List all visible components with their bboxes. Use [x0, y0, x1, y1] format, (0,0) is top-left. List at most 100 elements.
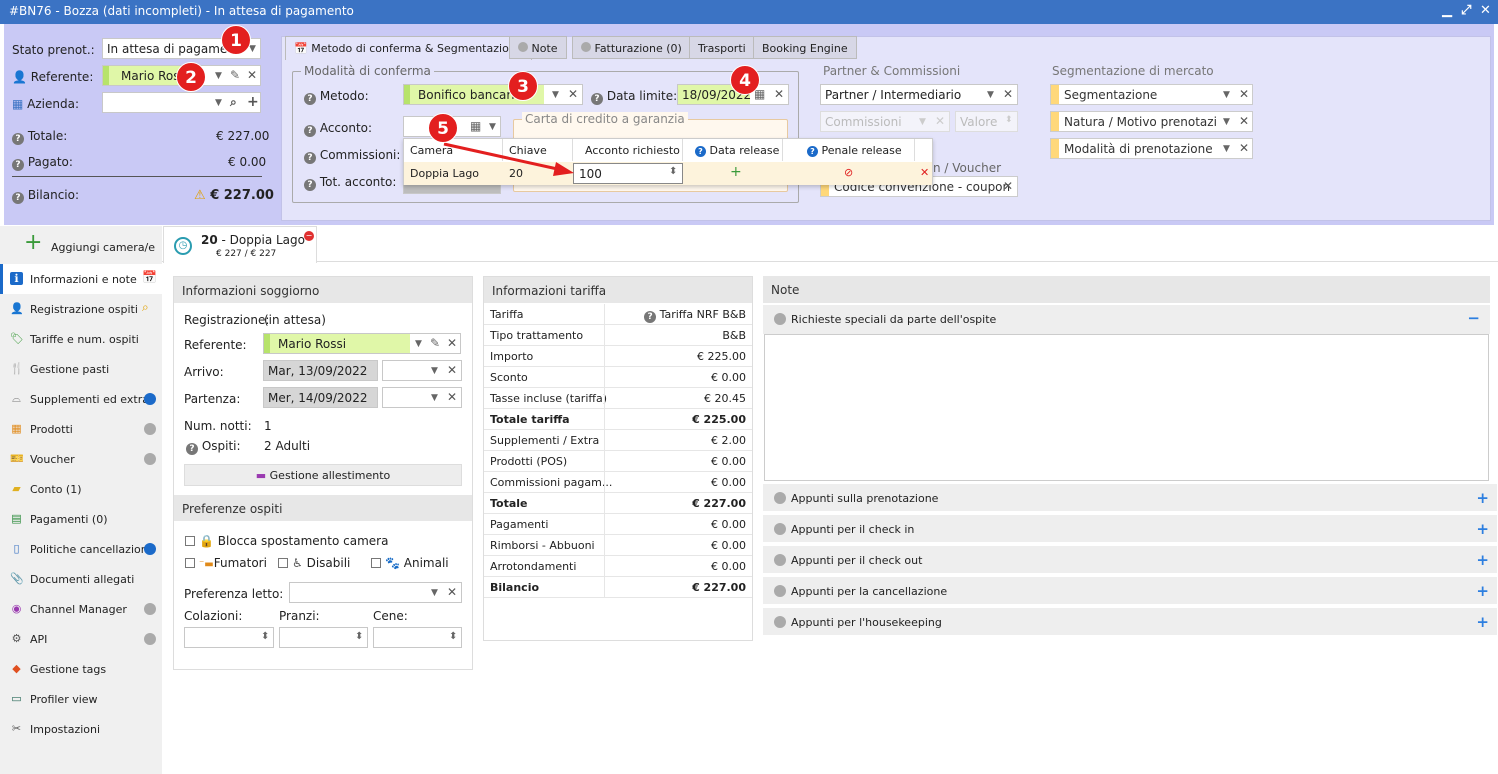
tab-trasporti[interactable]: Trasporti [689, 36, 755, 59]
chevron-down-icon[interactable]: ▼ [987, 90, 994, 100]
remove-row-icon[interactable]: ✕ [920, 166, 929, 179]
clear-icon[interactable]: ✕ [1003, 87, 1013, 101]
checkbox[interactable] [185, 536, 195, 546]
sidebar-item[interactable]: ✂ Impostazioni [0, 714, 162, 744]
stepper-icon[interactable]: ⬍ [669, 166, 677, 177]
clear-icon[interactable]: ✕ [568, 87, 578, 101]
expand-icon[interactable]: + [1476, 582, 1489, 600]
expand-icon[interactable]: + [1476, 489, 1489, 507]
chevron-down-icon[interactable]: ▼ [215, 98, 222, 108]
expand-icon[interactable]: + [1476, 613, 1489, 631]
segmentazione-select[interactable]: Segmentazione ▼ ✕ [1050, 84, 1253, 105]
arrivo-field[interactable]: Mar, 13/09/2022 [263, 360, 378, 381]
tab-metodo-conferma[interactable]: 📅 Metodo di conferma & Segmentazione [285, 36, 532, 60]
natura-select[interactable]: Natura / Motivo prenotazione ▼ ✕ [1050, 111, 1253, 132]
sidebar-item[interactable]: ℹ Informazioni e note 📅 [0, 264, 162, 294]
remove-room-icon[interactable]: − [304, 231, 314, 241]
note-section[interactable]: Appunti sulla prenotazione + [763, 484, 1497, 513]
fumatori-checkbox[interactable]: ⁻▬Fumatori [185, 556, 267, 570]
arrivo-time-select[interactable]: ▼ ✕ [382, 360, 462, 381]
sidebar-item[interactable]: ◆ Gestione tags [0, 654, 162, 684]
checkbox[interactable] [278, 558, 288, 568]
clear-icon[interactable]: ✕ [1239, 87, 1249, 101]
gestione-allestimento-button[interactable]: ▬ Gestione allestimento [184, 464, 462, 486]
chevron-down-icon[interactable]: ▼ [1223, 90, 1230, 100]
no-penalty-icon[interactable]: ⊘ [844, 166, 853, 179]
collapse-icon[interactable]: − [1467, 309, 1480, 327]
sidebar-item[interactable]: 📎 Documenti allegati [0, 564, 162, 594]
checkbox[interactable] [185, 558, 195, 568]
clear-icon[interactable]: ✕ [447, 363, 457, 377]
chevron-down-icon[interactable]: ▼ [552, 90, 559, 100]
row-label: Sconto [490, 371, 528, 384]
note-section[interactable]: Appunti per il check in + [763, 515, 1497, 544]
sidebar-item[interactable]: ▤ Pagamenti (0) [0, 504, 162, 534]
stepper-icon[interactable]: ⬍ [261, 631, 269, 642]
note-section[interactable]: Appunti per l'housekeeping + [763, 608, 1497, 637]
sidebar-item[interactable]: ▰ Conto (1) [0, 474, 162, 504]
checkbox[interactable] [371, 558, 381, 568]
clear-icon[interactable]: ✕ [1003, 179, 1013, 193]
clear-icon[interactable]: ✕ [447, 585, 457, 599]
chevron-down-icon[interactable]: ▼ [1223, 117, 1230, 127]
expand-icon[interactable]: + [1476, 551, 1489, 569]
minimize-icon[interactable]: ▁ [1442, 3, 1452, 18]
sidebar-item[interactable]: ⚙ API [0, 624, 162, 654]
partner-select[interactable]: Partner / Intermediario ▼ ✕ [820, 84, 1018, 105]
clear-icon[interactable]: ✕ [774, 87, 784, 101]
calculator-icon[interactable]: ▦ [470, 119, 481, 133]
close-icon[interactable]: ✕ [1480, 3, 1491, 18]
add-release-icon[interactable]: + [730, 164, 742, 180]
sidebar-item[interactable]: 👤 Registrazione ospiti ⌕ [0, 294, 162, 324]
sidebar-item[interactable]: 🏷 Tariffe e num. ospiti [0, 324, 162, 354]
expand-icon[interactable]: + [1476, 520, 1489, 538]
note-section[interactable]: Appunti per il check out + [763, 546, 1497, 575]
sidebar-item[interactable]: ◉ Channel Manager [0, 594, 162, 624]
note-section[interactable]: Appunti per la cancellazione + [763, 577, 1497, 606]
room-tab[interactable]: ◷ 20 - Doppia Lago € 227 / € 227 − [163, 226, 317, 263]
sidebar-item[interactable]: 🍴 Gestione pasti [0, 354, 162, 384]
animali-checkbox[interactable]: 🐾 Animali [371, 556, 449, 570]
stepper-icon[interactable]: ⬍ [355, 631, 363, 642]
letto-select[interactable]: ▼ ✕ [289, 582, 462, 603]
cene-stepper[interactable]: ⬍ [373, 627, 462, 648]
referente-field-2[interactable]: Mario Rossi ▼ ✎ ✕ [263, 333, 461, 354]
chevron-down-icon[interactable]: ▼ [415, 339, 422, 349]
tab-note[interactable]: Note [509, 36, 567, 59]
sidebar-item[interactable]: ⌓ Supplementi ed extra [0, 384, 162, 414]
search-icon[interactable]: ⌕ [230, 95, 237, 110]
sidebar-item[interactable]: ▯ Politiche cancellazione [0, 534, 162, 564]
clear-icon[interactable]: ✕ [247, 68, 257, 82]
disabili-checkbox[interactable]: ♿ Disabili [278, 556, 350, 570]
clear-icon[interactable]: ✕ [1239, 114, 1249, 128]
acconto-richiesto-input[interactable]: 100 ⬍ [573, 163, 683, 184]
richieste-textarea[interactable] [764, 334, 1489, 481]
edit-icon[interactable]: ✎ [230, 68, 240, 82]
richieste-speciali-header[interactable]: Richieste speciali da parte dell'ospite … [763, 305, 1490, 334]
sidebar-item[interactable]: ▦ Prodotti [0, 414, 162, 444]
partenza-field[interactable]: Mer, 14/09/2022 [263, 387, 378, 408]
stepper-icon[interactable]: ⬍ [449, 631, 457, 642]
chevron-down-icon[interactable]: ▼ [1223, 144, 1230, 154]
edit-icon[interactable]: ✎ [430, 336, 440, 350]
sidebar-item[interactable]: 🎫 Voucher [0, 444, 162, 474]
maximize-icon[interactable]: ⤢ [1461, 3, 1471, 18]
clear-icon[interactable]: ✕ [1239, 141, 1249, 155]
azienda-field[interactable]: ▼ ⌕ + [102, 92, 261, 113]
clear-icon[interactable]: ✕ [447, 390, 457, 404]
blocca-checkbox[interactable]: 🔒 Blocca spostamento camera [185, 534, 388, 548]
tab-booking-engine[interactable]: Booking Engine [753, 36, 857, 59]
pranzi-stepper[interactable]: ⬍ [279, 627, 368, 648]
colazioni-stepper[interactable]: ⬍ [184, 627, 274, 648]
chevron-down-icon[interactable]: ▼ [489, 122, 496, 132]
add-room-button[interactable]: + Aggiungi camera/e [0, 226, 162, 262]
tab-fatturazione[interactable]: Fatturazione (0) [572, 36, 691, 59]
chevron-down-icon[interactable]: ▼ [215, 71, 222, 81]
annotation-badge-5: 5 [428, 113, 458, 143]
modalita-prenotazione-select[interactable]: Modalità di prenotazione ▼ ✕ [1050, 138, 1253, 159]
add-icon[interactable]: + [247, 94, 259, 110]
partenza-time-select[interactable]: ▼ ✕ [382, 387, 462, 408]
metodo-select[interactable]: Bonifico bancario ▼ ✕ [403, 84, 583, 105]
clear-icon[interactable]: ✕ [447, 336, 457, 350]
sidebar-item[interactable]: ▭ Profiler view [0, 684, 162, 714]
